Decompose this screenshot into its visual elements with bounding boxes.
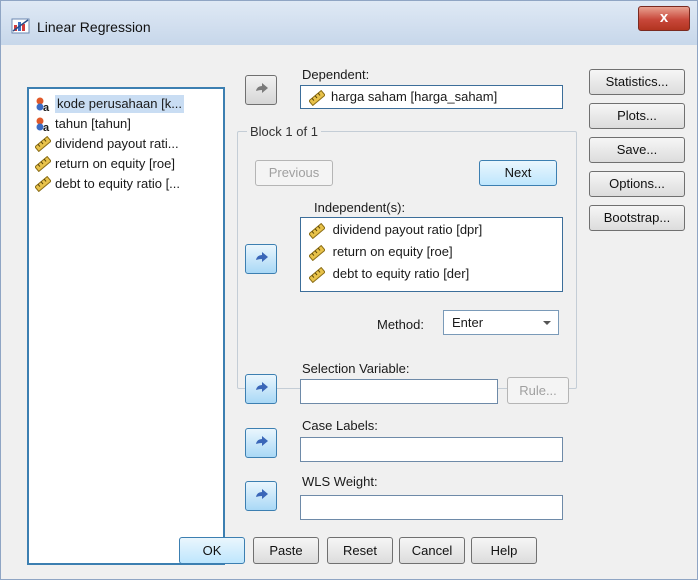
- scale-ruler-icon: [309, 267, 325, 283]
- move-to-independent-button[interactable]: [245, 244, 277, 274]
- help-button[interactable]: Help: [471, 537, 537, 564]
- reset-label: Reset: [343, 543, 377, 558]
- independent-item-label: return on equity [roe]: [332, 244, 453, 259]
- independent-list[interactable]: dividend payout ratio [dpr] return on eq…: [300, 217, 563, 292]
- close-button[interactable]: x: [638, 6, 690, 31]
- paste-button[interactable]: Paste: [253, 537, 319, 564]
- next-label: Next: [504, 165, 532, 180]
- method-label: Method:: [377, 317, 424, 332]
- title-bar[interactable]: Linear Regression x: [1, 1, 697, 45]
- variable-label: debt to equity ratio [...: [55, 176, 181, 191]
- paste-label: Paste: [269, 543, 303, 558]
- svg-text:a: a: [43, 122, 50, 132]
- right-arrow-icon: [256, 83, 268, 93]
- next-button[interactable]: Next: [479, 160, 557, 186]
- previous-label: Previous: [268, 165, 320, 180]
- independent-item-label: debt to equity ratio [der]: [332, 266, 470, 281]
- nominal-icon: a: [36, 97, 50, 112]
- scale-ruler-icon: [309, 223, 325, 239]
- list-item[interactable]: debt to equity ratio [der]: [309, 266, 469, 283]
- selection-variable-field[interactable]: [300, 379, 498, 404]
- save-button[interactable]: Save...: [589, 137, 685, 163]
- move-to-wls-button[interactable]: [245, 481, 277, 511]
- selection-variable-label: Selection Variable:: [302, 361, 410, 376]
- previous-button[interactable]: Previous: [255, 160, 333, 186]
- list-item-variable[interactable]: debt to equity ratio [...: [35, 175, 180, 193]
- options-label: Options...: [609, 176, 665, 191]
- list-item-variable[interactable]: return on equity [roe]: [35, 155, 175, 173]
- method-value: Enter: [452, 315, 484, 330]
- svg-text:a: a: [43, 102, 50, 112]
- rule-label: Rule...: [519, 383, 557, 398]
- independent-item-label: dividend payout ratio [dpr]: [332, 222, 483, 237]
- window-title: Linear Regression: [37, 19, 151, 35]
- scale-ruler-icon: [35, 136, 51, 152]
- plots-button[interactable]: Plots...: [589, 103, 685, 129]
- chevron-down-icon: [543, 321, 551, 325]
- scale-ruler-icon: [309, 90, 325, 106]
- dependent-field[interactable]: harga saham [harga_saham]: [300, 85, 563, 109]
- cancel-label: Cancel: [411, 543, 453, 558]
- regression-app-icon: [11, 18, 30, 34]
- dependent-label: Dependent:: [302, 67, 370, 82]
- variable-label: dividend payout rati...: [55, 136, 179, 151]
- reset-button[interactable]: Reset: [327, 537, 393, 564]
- save-label: Save...: [616, 142, 658, 157]
- plots-label: Plots...: [617, 108, 657, 123]
- source-variable-list[interactable]: a kode perusahaan [k... a tahun [tahun] di…: [27, 87, 225, 565]
- method-select[interactable]: Enter: [443, 310, 559, 335]
- close-icon: x: [659, 9, 669, 26]
- variable-label: return on equity [roe]: [55, 156, 175, 171]
- scale-ruler-icon: [309, 245, 325, 261]
- move-to-case-labels-button[interactable]: [245, 428, 277, 458]
- scale-ruler-icon: [35, 156, 51, 172]
- options-button[interactable]: Options...: [589, 171, 685, 197]
- right-arrow-icon: [256, 252, 268, 262]
- bootstrap-label: Bootstrap...: [603, 210, 671, 225]
- block-legend: Block 1 of 1: [247, 124, 321, 139]
- bootstrap-button[interactable]: Bootstrap...: [589, 205, 685, 231]
- statistics-button[interactable]: Statistics...: [589, 69, 685, 95]
- nominal-icon: a: [36, 117, 50, 132]
- right-arrow-icon: [256, 489, 268, 499]
- list-item[interactable]: dividend payout ratio [dpr]: [309, 222, 482, 239]
- linear-regression-dialog: Linear Regression x a kode perusahaan [k.…: [0, 0, 698, 580]
- ok-button[interactable]: OK: [179, 537, 245, 564]
- case-labels-label: Case Labels:: [302, 418, 378, 433]
- list-item-variable[interactable]: a tahun [tahun]: [35, 115, 131, 133]
- list-item-variable[interactable]: dividend payout rati...: [35, 135, 179, 153]
- dependent-value: harga saham [harga_saham]: [331, 89, 498, 104]
- rule-button[interactable]: Rule...: [507, 377, 569, 404]
- help-label: Help: [490, 543, 518, 558]
- variable-label: kode perusahaan [k...: [55, 95, 185, 113]
- list-item-variable[interactable]: a kode perusahaan [k...: [35, 95, 185, 113]
- ok-label: OK: [202, 543, 222, 558]
- independent-label: Independent(s):: [314, 200, 406, 215]
- dialog-body: a kode perusahaan [k... a tahun [tahun] di…: [9, 45, 689, 573]
- variable-label: tahun [tahun]: [55, 116, 131, 131]
- move-to-dependent-button[interactable]: [245, 75, 277, 105]
- right-arrow-icon: [256, 382, 268, 392]
- case-labels-field[interactable]: [300, 437, 563, 462]
- scale-ruler-icon: [35, 176, 51, 192]
- cancel-button[interactable]: Cancel: [399, 537, 465, 564]
- statistics-label: Statistics...: [605, 74, 669, 89]
- right-arrow-icon: [256, 436, 268, 446]
- move-to-selection-button[interactable]: [245, 374, 277, 404]
- wls-weight-label: WLS Weight:: [302, 474, 378, 489]
- wls-weight-field[interactable]: [300, 495, 563, 520]
- list-item[interactable]: return on equity [roe]: [309, 244, 453, 261]
